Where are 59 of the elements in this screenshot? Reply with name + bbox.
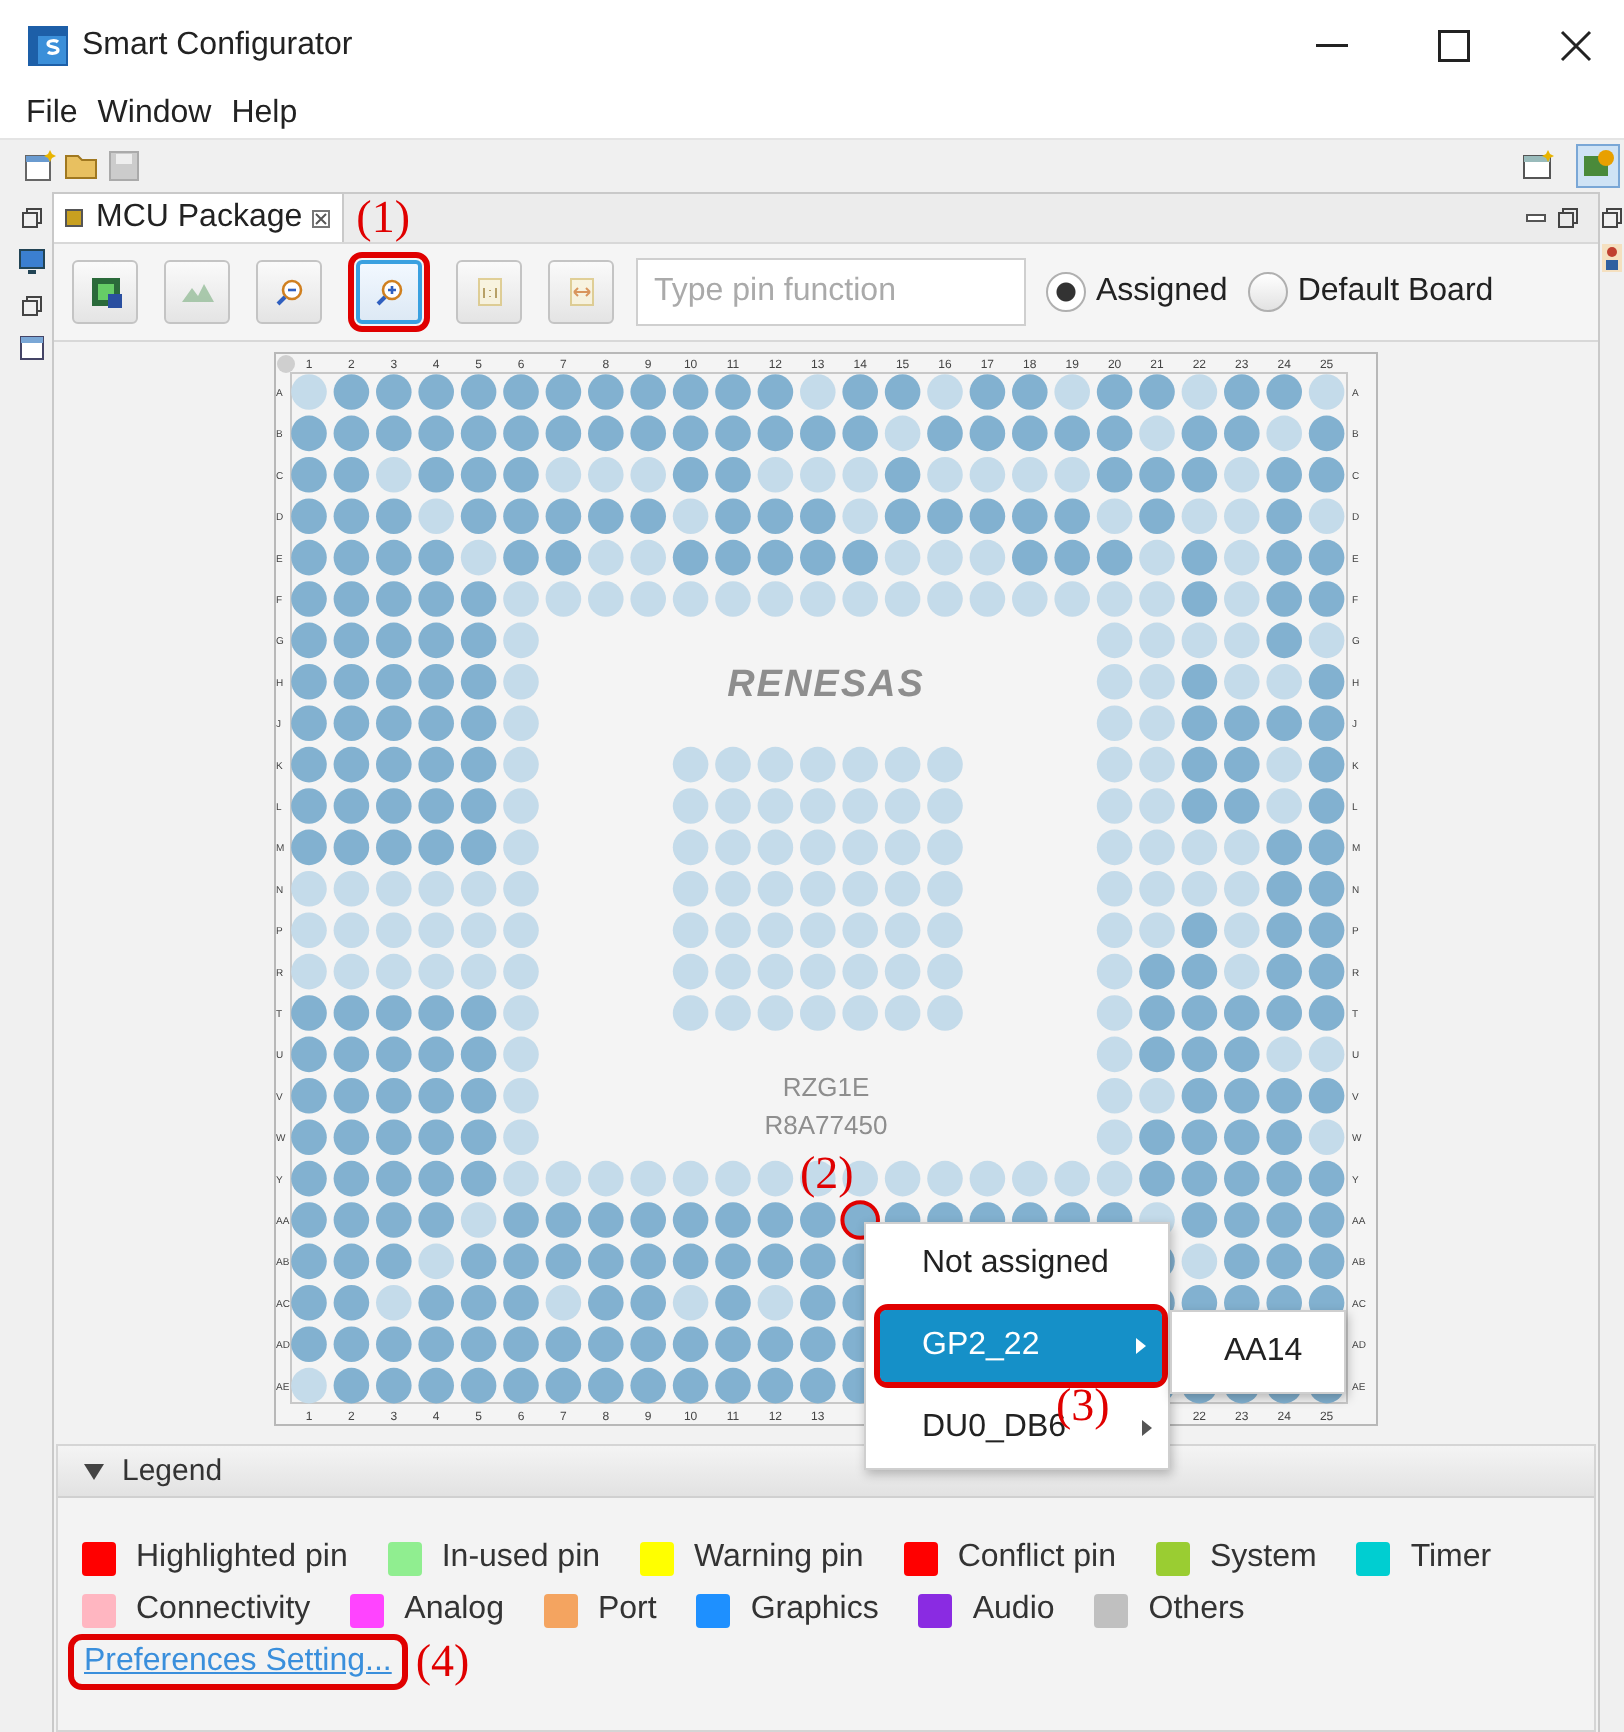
legend-label: Connectivity	[136, 1592, 311, 1628]
menu-item[interactable]: Help	[231, 94, 298, 134]
restore-icon[interactable]	[1602, 208, 1622, 228]
annotation-label: (4)	[415, 1636, 470, 1688]
zoom-in-icon	[375, 278, 403, 306]
folder-icon[interactable]	[64, 150, 100, 182]
legend-label: Conflict pin	[957, 1540, 1116, 1576]
search-field[interactable]: Type pin function	[636, 258, 1026, 326]
configurator-perspective-icon[interactable]	[1576, 144, 1620, 188]
radio-button[interactable]	[1247, 272, 1288, 312]
legend-label: Graphics	[750, 1592, 879, 1628]
legend-label: Others	[1148, 1592, 1245, 1628]
toolbar-button[interactable]	[256, 260, 322, 324]
radio-label[interactable]: Assigned	[1096, 274, 1228, 310]
toolbar-button[interactable]	[72, 260, 138, 324]
perspective-icon[interactable]	[1520, 148, 1556, 184]
menu-item[interactable]: File	[26, 94, 78, 134]
close-icon[interactable]	[312, 209, 331, 227]
menu-item[interactable]: GP2_22	[880, 1310, 1162, 1382]
minimize-icon[interactable]	[1316, 43, 1348, 47]
legend-label: In-used pin	[441, 1540, 601, 1576]
legend-label: Analog	[404, 1592, 504, 1628]
minimize-icon[interactable]	[1526, 214, 1546, 222]
menu-item[interactable]: Not assigned	[866, 1224, 1117, 1304]
new-file-icon[interactable]	[24, 150, 56, 182]
menu-item[interactable]: Window	[97, 94, 212, 134]
chip-save-icon	[89, 276, 121, 308]
legend-label: Warning pin	[694, 1540, 864, 1576]
radio-button[interactable]	[1046, 272, 1086, 312]
legend-label: Timer	[1410, 1540, 1492, 1576]
save-icon[interactable]	[108, 150, 140, 182]
legend-label: Audio	[972, 1592, 1055, 1628]
legend-label: System	[1209, 1540, 1317, 1576]
fit-width-icon	[569, 278, 593, 306]
legend-label: Highlighted pin	[136, 1540, 348, 1576]
collapse-arrow-icon[interactable]	[84, 1463, 104, 1479]
restore-icon[interactable]	[1558, 208, 1578, 228]
annotation-label: (1)	[356, 192, 410, 244]
menu-item[interactable]: AA14	[1172, 1334, 1303, 1370]
monitor-icon[interactable]	[18, 248, 46, 276]
annotation-label: (2)	[800, 1148, 854, 1200]
person-icon[interactable]	[1602, 244, 1622, 272]
part-number: R8A77450	[764, 1110, 888, 1140]
window-title: Smart Configurator	[82, 27, 353, 63]
brand-logo: RENESAS	[727, 664, 925, 706]
actual-size-icon	[477, 278, 501, 306]
mountain-icon	[181, 282, 213, 302]
restore-icon[interactable]	[22, 208, 42, 228]
editor-tab[interactable]: MCU Package	[54, 194, 345, 242]
restore-icon[interactable]	[22, 296, 42, 316]
app-logo-icon	[28, 25, 68, 65]
legend-label: Port	[597, 1592, 657, 1628]
zoom-out-icon	[275, 278, 303, 306]
close-icon[interactable]	[1560, 29, 1592, 61]
radio-label[interactable]: Default Board	[1297, 274, 1494, 310]
maximize-icon[interactable]	[1438, 29, 1470, 61]
window-icon[interactable]	[20, 336, 44, 360]
chip-icon	[62, 206, 86, 230]
chip-name: RZG1E	[782, 1072, 870, 1102]
